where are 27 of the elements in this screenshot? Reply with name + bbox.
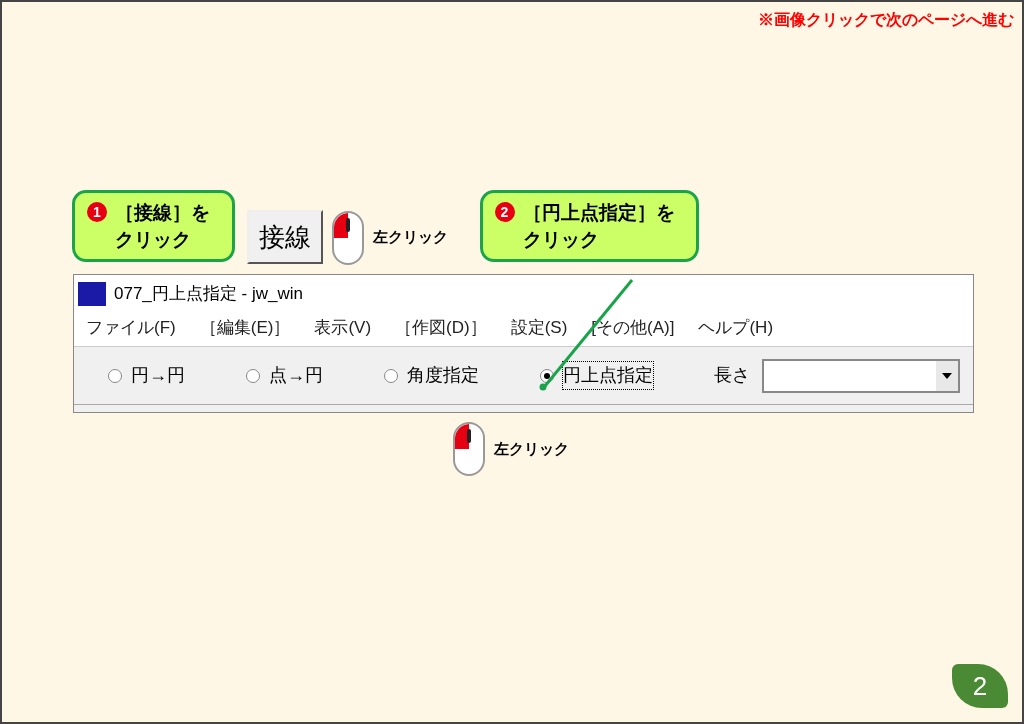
window-title: 077_円上点指定 - jw_win <box>114 283 303 305</box>
length-label: 長さ <box>714 364 750 387</box>
step-number-badge: 1 <box>87 202 107 222</box>
menu-item[interactable]: ［編集(E)］ <box>199 314 291 340</box>
click-label: 左クリック <box>494 438 569 459</box>
menu-item[interactable]: 設定(S) <box>510 314 568 340</box>
page-number-leaf: 2 <box>952 664 1008 708</box>
radio-label: 角度指定 <box>406 364 480 387</box>
step-instruction: ［接線］をクリック <box>115 201 211 252</box>
menu-item[interactable]: 表示(V) <box>314 314 372 340</box>
tool-button[interactable]: 接線 <box>246 210 323 264</box>
radio-button[interactable] <box>384 368 398 383</box>
radio-label: 円→円 <box>130 364 186 387</box>
page-note: ※画像クリックで次のページへ進む <box>758 10 1014 30</box>
menu-item[interactable]: ヘルプ(H) <box>698 314 774 340</box>
step-number-badge: 2 <box>494 202 515 222</box>
mouse-icon <box>330 210 365 266</box>
click-label: 左クリック <box>372 227 448 247</box>
radio-label: 点→円 <box>268 364 324 387</box>
step-instruction: ［円上点指定］をクリック <box>522 201 676 252</box>
mouse-icon <box>452 421 486 477</box>
radio-button[interactable] <box>108 368 122 383</box>
radio-button[interactable] <box>246 368 260 383</box>
menu-item[interactable]: ファイル(F) <box>86 314 176 340</box>
app-logo-icon <box>78 281 106 306</box>
radio-label: 円上点指定 <box>562 361 654 390</box>
menu-item[interactable]: ［作図(D)］ <box>395 314 487 340</box>
